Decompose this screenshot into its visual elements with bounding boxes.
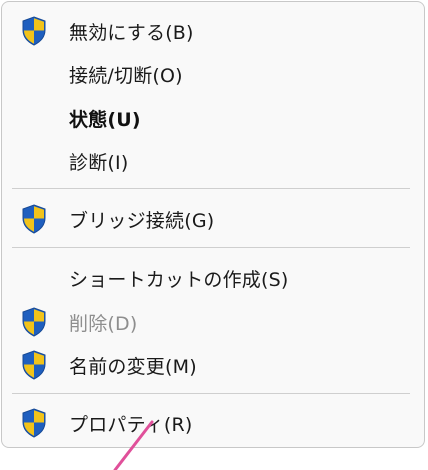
menu-item-label: 削除(D) bbox=[69, 312, 138, 335]
uac-shield-icon bbox=[20, 349, 48, 381]
menu-separator bbox=[12, 393, 410, 394]
uac-shield-icon bbox=[20, 407, 48, 439]
menu-item-connect-disconnect[interactable]: 接続/切断(O) bbox=[6, 54, 420, 94]
menu-item-create-shortcut[interactable]: ショートカットの作成(S) bbox=[6, 258, 420, 298]
uac-shield-icon bbox=[20, 203, 48, 235]
menu-item-label: 診断(I) bbox=[69, 151, 129, 174]
menu-separator bbox=[12, 247, 410, 248]
menu-item-diagnose[interactable]: 診断(I) bbox=[6, 141, 420, 181]
menu-item-label: 接続/切断(O) bbox=[69, 64, 183, 87]
menu-separator bbox=[12, 188, 410, 189]
menu-item-label: 名前の変更(M) bbox=[69, 355, 197, 378]
menu-item-delete: 削除(D) bbox=[6, 302, 420, 342]
uac-shield-icon bbox=[20, 15, 48, 47]
menu-item-label: プロパティ(R) bbox=[69, 413, 193, 436]
screen: 無効にする(B) 接続/切断(O) 状態(U) 診断(I) ブリッジ接続(G) bbox=[0, 0, 428, 470]
menu-item-rename[interactable]: 名前の変更(M) bbox=[6, 345, 420, 385]
menu-item-status[interactable]: 状態(U) bbox=[6, 98, 420, 138]
menu-item-bridge-connection[interactable]: ブリッジ接続(G) bbox=[6, 199, 420, 239]
context-menu: 無効にする(B) 接続/切断(O) 状態(U) 診断(I) ブリッジ接続(G) bbox=[1, 1, 425, 448]
menu-item-label: 状態(U) bbox=[69, 108, 141, 131]
menu-item-disable[interactable]: 無効にする(B) bbox=[6, 11, 420, 51]
menu-item-label: ブリッジ接続(G) bbox=[69, 209, 215, 232]
menu-item-label: ショートカットの作成(S) bbox=[69, 268, 289, 291]
uac-shield-icon bbox=[20, 306, 48, 338]
menu-item-properties[interactable]: プロパティ(R) bbox=[6, 403, 420, 443]
menu-item-label: 無効にする(B) bbox=[69, 21, 194, 44]
